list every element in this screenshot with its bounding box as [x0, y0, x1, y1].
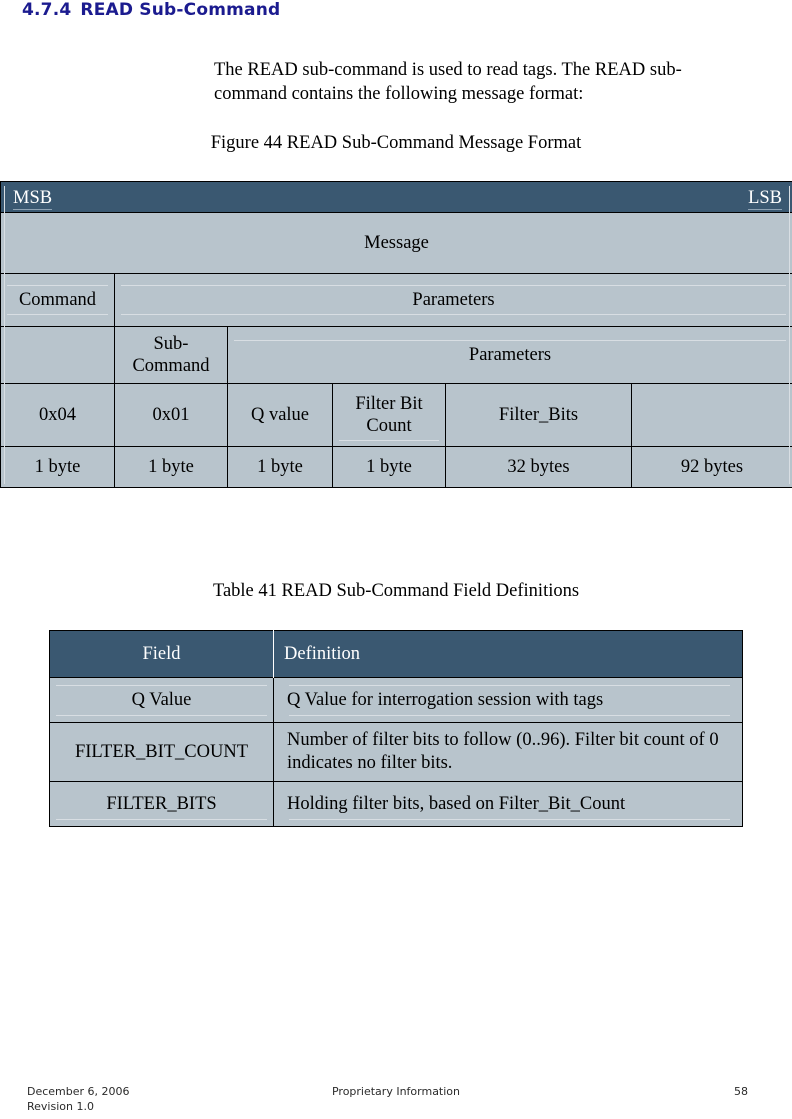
table41-definition-label: Q Value for interrogation session with t…	[283, 683, 736, 718]
blank-label-level2	[1, 349, 114, 361]
size-filter-bits: 32 bytes	[3, 185, 632, 488]
table41-cell-definition: Q Value for interrogation session with t…	[273, 677, 743, 723]
table41-header-field: Field	[49, 630, 274, 678]
value-filter-bits-label: Filter_Bits	[498, 405, 579, 425]
size-trailing: 92 bytes	[630, 446, 792, 488]
parameters-label-level2: Parameters	[228, 338, 792, 372]
msb-lsb-bar-row: MSB LSB	[0, 181, 792, 213]
table41-definition-label: Holding filter bits, based on Filter_Bit…	[283, 787, 736, 822]
size-command-label: 1 byte	[34, 457, 81, 477]
table41-cell-definition: Number of filter bits to follow (0..96).…	[273, 722, 743, 782]
table41-field-definitions: Field Definition Q Value Q Value for int…	[49, 630, 743, 827]
cell-divider-line	[788, 185, 790, 484]
command-parameters-row: Command Parameters	[0, 273, 792, 327]
value-filter-bit-count: Filter Bit Count	[332, 185, 790, 484]
field-values-row: 0x04 0x01 Q value Filter Bit Count Filte…	[0, 185, 792, 484]
message-row: Message	[0, 212, 792, 274]
command-label: Command	[1, 283, 114, 317]
table41-cell-field: Q Value	[49, 677, 274, 723]
size-trailing-label: 92 bytes	[680, 457, 744, 477]
table-row: Q Value Q Value for interrogation sessio…	[49, 677, 743, 723]
value-trailing	[630, 383, 792, 447]
value-command-label: 0x04	[39, 405, 76, 425]
footer-revision: Revision 1.0	[27, 1100, 94, 1113]
value-trailing-label	[632, 409, 792, 421]
sub-command-parameters-row: Sub-Command Parameters	[0, 326, 792, 384]
value-sub-command: 0x01	[114, 383, 228, 447]
message-label: Message	[364, 233, 429, 253]
section-number: 4.7.4	[22, 0, 72, 20]
size-q-value-label: 1 byte	[257, 457, 303, 477]
value-filter-bit-count-label: Filter Bit Count	[333, 387, 445, 443]
table41-cell-field: FILTER_BIT_COUNT	[49, 722, 274, 782]
size-sub-command-label: 1 byte	[148, 457, 194, 477]
intro-paragraph: The READ sub-command is used to read tag…	[214, 60, 682, 104]
table41-field-label: Q Value	[50, 683, 273, 718]
table-row: FILTER_BIT_COUNT Number of filter bits t…	[49, 722, 743, 782]
command-cell: Command	[0, 273, 115, 327]
value-command: 0x04	[0, 383, 115, 447]
table41-caption: Table 41 READ Sub-Command Field Definiti…	[212, 581, 580, 601]
figure-caption: Figure 44 READ Sub-Command Message Forma…	[210, 133, 582, 153]
cell-divider-line	[3, 185, 5, 484]
table41-field-label: FILTER_BITS	[50, 787, 273, 822]
sub-command-label: Sub-Command	[132, 334, 210, 376]
table41-header-definition: Definition	[273, 630, 743, 678]
table41-cell-definition: Holding filter bits, based on Filter_Bit…	[273, 781, 743, 827]
message-cell: Message	[0, 212, 792, 274]
msb-lsb-bar: MSB LSB	[0, 181, 792, 213]
table-row: FILTER_BITS Holding filter bits, based o…	[49, 781, 743, 827]
value-filter-bits: Filter_Bits	[3, 185, 632, 484]
table41-definition-label: Number of filter bits to follow (0..96).…	[287, 730, 719, 773]
parameters-cell-level1: Parameters	[113, 273, 792, 327]
value-q-value: Q value	[227, 383, 333, 447]
size-filter-bits-label: 32 bytes	[507, 457, 570, 477]
footer-center: Proprietary Information	[331, 1085, 461, 1098]
value-q-value-label: Q value	[250, 405, 310, 425]
footer-page-number: 58	[734, 1085, 748, 1098]
blank-cell-level2	[0, 326, 115, 384]
table41-cell-field: FILTER_BITS	[49, 781, 274, 827]
value-sub-command-label: 0x01	[152, 405, 190, 425]
sub-command-cell: Sub-Command	[114, 326, 228, 384]
table41-header-row: Field Definition	[49, 630, 743, 678]
lsb-label: LSB	[748, 188, 783, 210]
section-title: READ Sub-Command	[80, 0, 281, 20]
size-command: 1 byte	[0, 446, 115, 488]
figure44-message-format-table: MSB LSB Message Command Parameters Sub-C…	[0, 181, 792, 488]
parameters-label-level1: Parameters	[115, 283, 792, 317]
size-q-value: 1 byte	[227, 446, 333, 488]
section-heading: 4.7.4 READ Sub-Command	[22, 0, 280, 20]
field-sizes-row: 1 byte 1 byte 1 byte 1 byte 32 bytes 92 …	[0, 185, 792, 488]
size-sub-command: 1 byte	[114, 446, 228, 488]
size-filter-bit-count: 1 byte	[332, 185, 790, 488]
parameters-cell-level2: Parameters	[226, 326, 792, 384]
msb-label: MSB	[13, 188, 53, 210]
size-filter-bit-count-label: 1 byte	[366, 457, 412, 477]
page-footer: December 6, 2006 Revision 1.0 Proprietar…	[0, 1084, 792, 1119]
table41-field-label: FILTER_BIT_COUNT	[74, 741, 248, 762]
